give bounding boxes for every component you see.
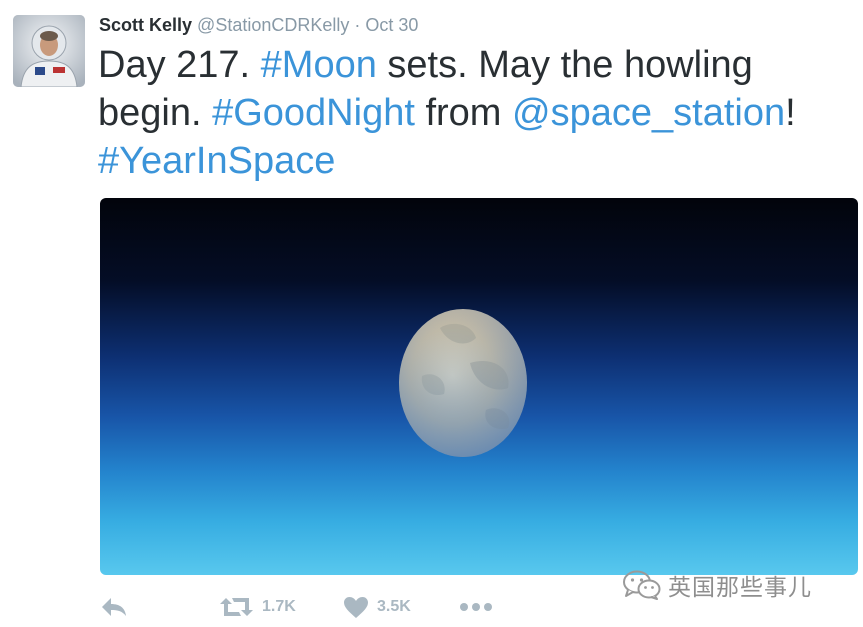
retweet-icon: [220, 598, 253, 616]
retweet-count: 1.7K: [262, 598, 296, 615]
like-count: 3.5K: [377, 598, 411, 615]
author-avatar[interactable]: [13, 15, 85, 87]
reply-button[interactable]: [101, 590, 127, 624]
tweet-timestamp[interactable]: Oct 30: [365, 15, 418, 35]
text-segment: Day 217.: [98, 44, 261, 86]
tweet-photo[interactable]: [100, 198, 858, 575]
watermark: 英国那些事儿: [622, 568, 812, 602]
astronaut-avatar-icon: [13, 15, 85, 87]
more-button[interactable]: [460, 590, 492, 624]
tweet-text: Day 217. #Moon sets. May the howling beg…: [98, 41, 828, 185]
like-button[interactable]: 3.5K: [344, 590, 411, 624]
wechat-icon: [623, 570, 661, 600]
hashtag-moon[interactable]: #Moon: [261, 44, 377, 86]
mention-space-station[interactable]: @space_station: [512, 92, 785, 134]
author-name[interactable]: Scott Kelly: [99, 15, 192, 35]
reply-icon: [102, 598, 126, 616]
text-segment: from: [414, 92, 513, 134]
moon-over-earth-photo-icon: [100, 198, 858, 575]
text-segment: !: [785, 92, 796, 134]
hashtag-yearinspace[interactable]: #YearInSpace: [98, 140, 335, 182]
more-icon: [460, 603, 492, 611]
author-handle[interactable]: @StationCDRKelly: [197, 15, 349, 35]
watermark-text: 英国那些事儿: [668, 575, 812, 601]
tweet-header: Scott Kelly @StationCDRKelly · Oct 30: [99, 13, 418, 37]
hashtag-goodnight[interactable]: #GoodNight: [212, 92, 415, 134]
heart-icon: [344, 596, 368, 618]
separator-dot: ·: [354, 15, 361, 35]
retweet-button[interactable]: 1.7K: [220, 590, 296, 624]
